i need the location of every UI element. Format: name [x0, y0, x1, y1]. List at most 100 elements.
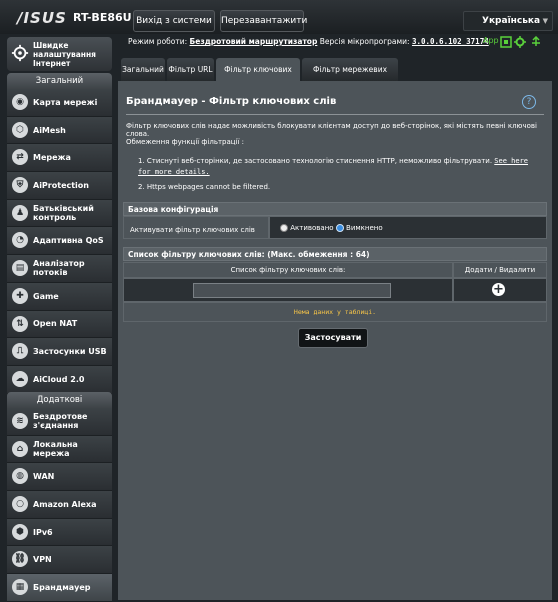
sidebar-item-label: AiProtection: [33, 180, 89, 190]
sidebar-item-label: Брандмауер: [33, 582, 91, 592]
usb-icon: ⎍: [12, 343, 28, 360]
sidebar-item-label: Amazon Alexa: [33, 499, 97, 509]
sidebar-item-map[interactable]: ◉ Карта мережі: [7, 89, 112, 117]
sidebar-item-label: Game: [33, 291, 59, 301]
main-panel: Брандмауер - Фільтр ключових слів ? Філь…: [118, 81, 552, 600]
page-title: Брандмауер - Фільтр ключових слів: [126, 96, 337, 107]
general-menu: ◉ Карта мережі ⬡ AiMesh ⇄ Мережа ⛨ AiProtection…: [7, 89, 112, 394]
description-text: Фільтр ключових слів надає можливість бл…: [126, 122, 537, 138]
shield-icon: ⛨: [12, 177, 28, 194]
sidebar-item-shield[interactable]: ⛨ AiProtection: [7, 172, 112, 200]
limit-1-text: Стиснуті веб-сторінки, де застосовано те…: [146, 157, 493, 165]
sidebar-item-network[interactable]: ⇄ Мережа: [7, 144, 112, 173]
sidebar-item-firewall[interactable]: ▦ Брандмауер: [7, 574, 112, 602]
help-icon[interactable]: ?: [522, 95, 536, 109]
qos-icon: ◔: [12, 232, 28, 249]
mesh-icon: ⬡: [12, 121, 28, 138]
chart-icon: ▤: [12, 260, 28, 277]
quick-internet-setup-button[interactable]: Швидке налаштування Інтернет: [7, 37, 112, 71]
firewall-icon: ▦: [12, 579, 28, 596]
limits-title: Обмеження функції фільтрації :: [126, 138, 245, 146]
sidebar-item-label: Мережа: [33, 153, 71, 163]
language-value: Українська: [482, 16, 541, 26]
sidebar-item-vpn[interactable]: ⛓ VPN: [7, 546, 112, 575]
chevron-down-icon: ▼: [542, 17, 548, 25]
sidebar-item-label: Аналізатор потоків: [33, 259, 85, 278]
qis-label: Швидке налаштування Інтернет: [33, 41, 96, 68]
sidebar-item-globe[interactable]: ◍ WAN: [7, 463, 112, 492]
sidebar-item-wifi[interactable]: ≋ Бездротове з'єднання: [7, 408, 112, 436]
sidebar-item-label: IPv6: [33, 527, 53, 537]
vpn-icon: ⛓: [12, 551, 28, 568]
keyword-input-cell: [123, 278, 453, 302]
radio-enabled[interactable]: [280, 224, 288, 232]
network-status-icon[interactable]: [500, 36, 512, 48]
model-name: RT-BE86U: [73, 11, 132, 24]
sidebar-item-cloud[interactable]: ☁ AiCloud 2.0: [7, 365, 112, 394]
status-line: Режим роботи: Бездротовий маршрутизатор …: [128, 37, 489, 46]
wifi-icon: ≋: [12, 413, 28, 429]
ipv6-icon: ⬢: [12, 523, 28, 540]
top-bar: /ISUS RT-BE86U Вихід з системи Перезаван…: [0, 0, 558, 34]
sidebar-item-alexa[interactable]: ○ Amazon Alexa: [7, 491, 112, 519]
limit-item-2: 2. Https webpages cannot be filtered.: [138, 183, 271, 191]
sidebar-item-label: Бездротове з'єднання: [33, 412, 88, 431]
add-icon[interactable]: +: [492, 283, 505, 296]
gear-status-icon[interactable]: [514, 36, 526, 48]
sidebar-item-ipv6[interactable]: ⬢ IPv6: [7, 518, 112, 547]
logout-button[interactable]: Вихід з системи: [133, 10, 215, 32]
qis-gear-icon: [11, 44, 29, 62]
sidebar-item-label: Локальна мережа: [33, 440, 78, 459]
sidebar-item-label: Застосунки USB: [33, 347, 107, 357]
tab-url-filter[interactable]: Фільтр URL: [167, 58, 214, 81]
empty-table-message: Нема даних у таблиці.: [123, 302, 547, 322]
sidebar-item-label: AiCloud 2.0: [33, 374, 85, 384]
sidebar-item-label: AiMesh: [33, 125, 66, 135]
sidebar-item-home[interactable]: ⌂ Локальна мережа: [7, 435, 112, 464]
firmware-label: Версія мікропрограми:: [319, 37, 410, 46]
keyword-input[interactable]: [193, 283, 391, 298]
gamepad-icon: ✚: [12, 287, 28, 304]
sidebar-item-gamepad[interactable]: ✚ Game: [7, 282, 112, 311]
radio-disabled-label: Вимкнено: [346, 224, 383, 232]
tab-keyword-filter[interactable]: Фільтр ключових слів: [216, 58, 300, 97]
firmware-link[interactable]: 3.0.0.6.102_37174: [412, 37, 489, 46]
reboot-button[interactable]: Перезавантажити: [220, 10, 307, 32]
nat-icon: ⇅: [12, 315, 28, 332]
app-status-label[interactable]: App: [483, 36, 499, 45]
enable-filter-label: Активувати фільтр ключових слів: [123, 216, 269, 239]
network-icon: ⇄: [12, 149, 28, 166]
asus-logo[interactable]: /ISUS: [17, 9, 67, 27]
sidebar-item-label: VPN: [33, 555, 52, 565]
sidebar-item-label: Батьківський контроль: [33, 204, 94, 223]
limit-item-1: 1. Стиснуті веб-сторінки, де застосовано…: [138, 157, 529, 176]
sidebar-item-qos[interactable]: ◔ Адаптивна QoS: [7, 227, 112, 256]
map-icon: ◉: [12, 94, 28, 110]
general-section-title: Загальний: [7, 73, 112, 89]
basic-config-header: Базова конфігурація: [123, 202, 547, 216]
sidebar-item-nat[interactable]: ⇅ Open NAT: [7, 310, 112, 339]
sidebar-item-label: Адаптивна QoS: [33, 236, 104, 246]
sidebar-item-usb[interactable]: ⎍ Застосунки USB: [7, 338, 112, 366]
radio-enabled-label: Активовано: [290, 224, 334, 232]
tab-general[interactable]: Загальний: [121, 58, 165, 81]
radio-disabled[interactable]: [335, 224, 344, 232]
tab-network-services-filter[interactable]: Фільтр мережевих служб: [302, 58, 398, 97]
sidebar-item-chart[interactable]: ▤ Аналізатор потоків: [7, 255, 112, 283]
add-cell: +: [453, 278, 547, 302]
keyword-list-header: Список фільтру ключових слів: (Макс. обм…: [123, 247, 547, 261]
language-select[interactable]: Українська ▼: [463, 11, 553, 31]
usb-status-icon[interactable]: [530, 36, 542, 48]
advanced-section-title: Додаткові налаштування: [7, 392, 112, 421]
cloud-icon: ☁: [12, 370, 28, 387]
limit-2-text: Https webpages cannot be filtered.: [146, 183, 271, 191]
globe-icon: ◍: [12, 468, 28, 485]
home-icon: ⌂: [12, 440, 28, 457]
mode-link[interactable]: Бездротовий маршрутизатор: [190, 37, 318, 46]
alexa-icon: ○: [12, 496, 28, 513]
mode-label: Режим роботи:: [128, 37, 188, 46]
sidebar-item-family[interactable]: ♟ Батьківський контроль: [7, 199, 112, 228]
sidebar-item-label: WAN: [33, 472, 55, 482]
sidebar-item-mesh[interactable]: ⬡ AiMesh: [7, 116, 112, 145]
apply-button[interactable]: Застосувати: [298, 328, 368, 348]
